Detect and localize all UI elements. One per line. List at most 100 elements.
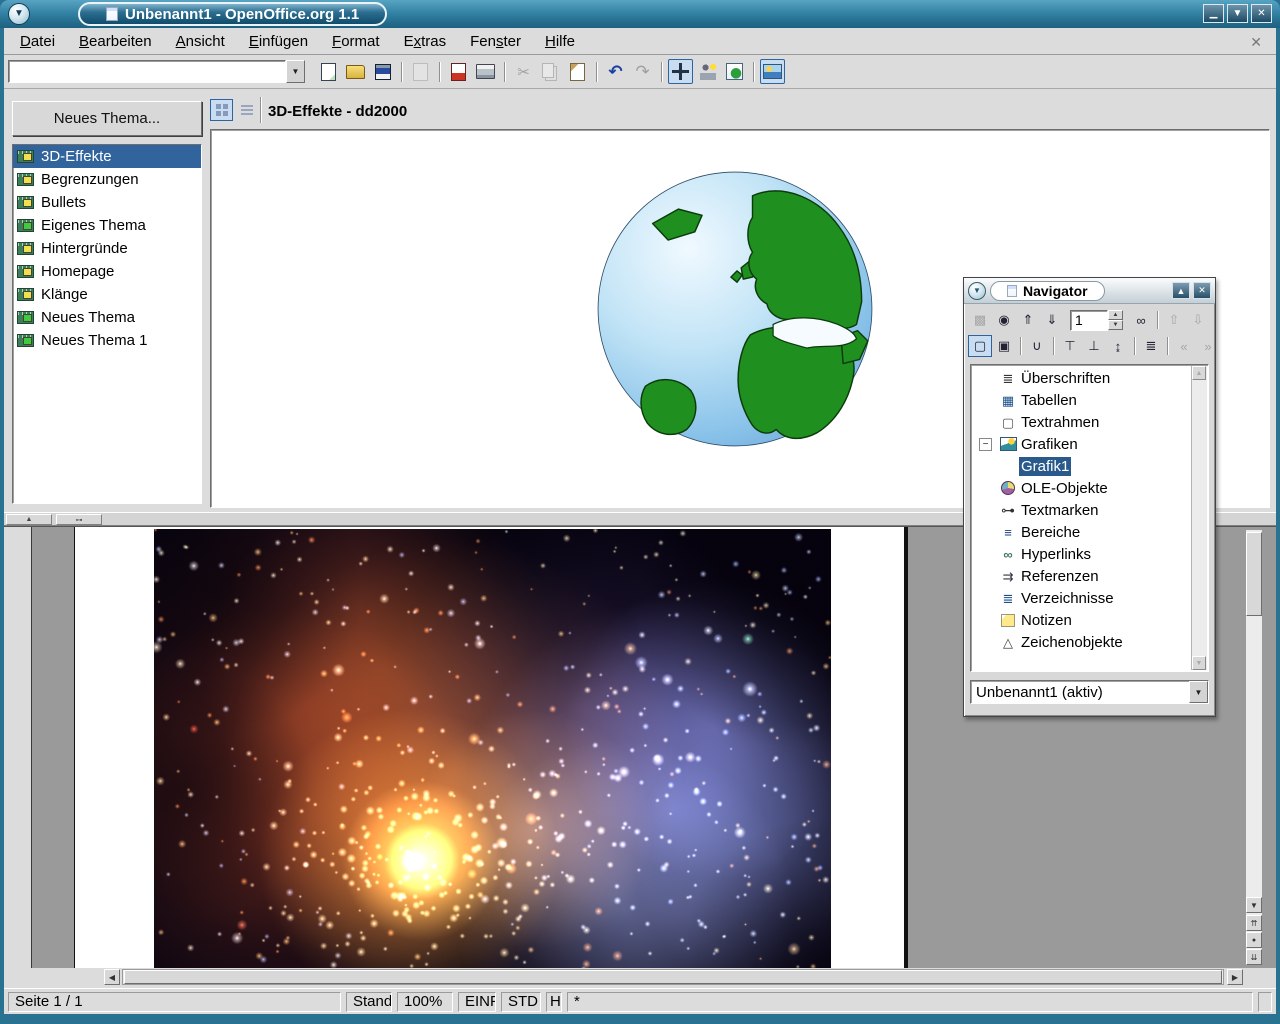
vertical-scroll-thumb[interactable] xyxy=(1246,532,1262,616)
gallery-theme-row[interactable]: Hintergründe xyxy=(13,237,201,260)
save-button[interactable] xyxy=(370,59,395,84)
url-input[interactable] xyxy=(8,60,286,83)
status-cell[interactable]: EINFG xyxy=(458,992,496,1012)
collapse-expander-icon[interactable]: − xyxy=(979,438,992,451)
vertical-scrollbar[interactable]: ▼ ⇈ ● ⇊ xyxy=(1245,529,1263,966)
scroll-up-button[interactable]: ▲ xyxy=(1192,366,1206,380)
status-cell[interactable]: Seite 1 / 1 xyxy=(8,992,341,1012)
close-document-icon[interactable]: ✕ xyxy=(1246,32,1266,53)
navigator-tree-row[interactable]: − Textrahmen xyxy=(971,411,1191,433)
gallery-theme-row[interactable]: Neues Thema xyxy=(13,306,201,329)
spin-down-button[interactable]: ▼ xyxy=(1108,320,1123,330)
demote-level-button[interactable]: » xyxy=(1196,335,1220,357)
status-cell[interactable]: * xyxy=(567,992,1253,1012)
hide-panel-button[interactable]: ▲ xyxy=(6,514,52,525)
new-document-button[interactable] xyxy=(316,59,341,84)
navigator-tree-row[interactable]: − Grafik1 xyxy=(971,455,1191,477)
scroll-left-button[interactable]: ◀ xyxy=(104,969,120,985)
navigator-tree-row[interactable]: − Grafiken xyxy=(971,433,1191,455)
navigation-button[interactable]: ◉ xyxy=(992,309,1016,331)
stylist-button[interactable] xyxy=(695,59,720,84)
document-page[interactable] xyxy=(74,527,908,968)
fenster-button[interactable]: Fenster xyxy=(458,29,533,54)
gallery-theme-row[interactable]: Klänge xyxy=(13,283,201,306)
navigator-button[interactable] xyxy=(668,59,693,84)
navigator-tree-row[interactable]: − Verzeichnisse xyxy=(971,587,1191,609)
previous-page-button[interactable]: ⇈ xyxy=(1246,915,1262,931)
navigator-tree-row[interactable]: − Zeichenobjekte xyxy=(971,631,1191,653)
hilfe-button[interactable]: Hilfe xyxy=(533,29,587,54)
chapter-up-button[interactable]: ⇧ xyxy=(1162,309,1186,331)
navigator-tree-row[interactable]: − Tabellen xyxy=(971,389,1191,411)
navigator-title-bar[interactable]: ▼ Navigator ▲ ✕ xyxy=(964,278,1215,304)
navigator-tree-row[interactable]: − Bereiche xyxy=(971,521,1191,543)
navigator-tree-row[interactable]: − Hyperlinks xyxy=(971,543,1191,565)
edit-file-button[interactable] xyxy=(408,59,433,84)
navigator-menu-button[interactable]: ▼ xyxy=(968,282,986,300)
einfuegen-button[interactable]: Einfügen xyxy=(237,29,320,54)
page-number-input[interactable] xyxy=(1070,310,1108,331)
close-window-button[interactable]: ✕ xyxy=(1251,4,1272,23)
navigator-tree-row[interactable]: − OLE-Objekte xyxy=(971,477,1191,499)
gallery-theme-row[interactable]: 3D-Effekte xyxy=(13,145,201,168)
gallery-theme-row[interactable]: Bullets xyxy=(13,191,201,214)
gallery-theme-row[interactable]: Neues Thema 1 xyxy=(13,329,201,352)
copy-button[interactable] xyxy=(538,59,563,84)
status-cell[interactable]: STD xyxy=(501,992,541,1012)
navigator-tree-row[interactable]: − Textmarken xyxy=(971,499,1191,521)
icon-view-button[interactable] xyxy=(210,99,233,121)
close-navigator-button[interactable]: ✕ xyxy=(1193,282,1211,299)
header-button[interactable]: ⊤ xyxy=(1058,335,1082,357)
hyperlink-dialog-button[interactable] xyxy=(722,59,747,84)
navigator-tree-row[interactable]: − Notizen xyxy=(971,609,1191,631)
scroll-right-button[interactable]: ▶ xyxy=(1227,969,1243,985)
horizontal-scroll-track[interactable] xyxy=(122,969,1224,985)
active-document-combo[interactable]: Unbenannt1 (aktiv) ▼ xyxy=(970,680,1209,704)
print-button[interactable] xyxy=(473,59,498,84)
status-cell[interactable] xyxy=(1258,992,1272,1012)
status-cell[interactable]: Standard xyxy=(346,992,392,1012)
window-title-pill[interactable]: Unbenannt1 - OpenOffice.org 1.1 xyxy=(78,2,387,26)
navigator-scrollbar[interactable]: ▲ ▼ xyxy=(1191,366,1207,670)
globe-3d-object[interactable] xyxy=(596,170,874,448)
datei-button[interactable]: Datei xyxy=(8,29,67,54)
drag-mode-button[interactable]: ∞ xyxy=(1129,309,1153,331)
bearbeiten-button[interactable]: Bearbeiten xyxy=(67,29,164,54)
detail-view-button[interactable] xyxy=(235,99,258,121)
list-box-toggle-button[interactable]: ▢ xyxy=(968,335,992,357)
footer-button[interactable]: ⊥ xyxy=(1082,335,1106,357)
gallery-theme-row[interactable]: Homepage xyxy=(13,260,201,283)
window-menu-button[interactable]: ▼ xyxy=(8,3,30,25)
gallery-theme-row[interactable]: Eigenes Thema xyxy=(13,214,201,237)
scroll-down-button[interactable]: ▼ xyxy=(1246,897,1262,913)
outline-levels-button[interactable]: ≣ xyxy=(1139,335,1163,357)
stick-panel-button[interactable]: ⊶ xyxy=(56,514,102,525)
scroll-down-button[interactable]: ▼ xyxy=(1192,656,1206,670)
format-button[interactable]: Format xyxy=(320,29,392,54)
status-cell[interactable]: 100% xyxy=(397,992,453,1012)
gallery-button[interactable] xyxy=(760,59,785,84)
cut-button[interactable] xyxy=(511,59,536,84)
undo-button[interactable] xyxy=(603,59,628,84)
export-pdf-button[interactable] xyxy=(446,59,471,84)
promote-level-button[interactable]: « xyxy=(1172,335,1196,357)
rollup-button[interactable]: ▲ xyxy=(1172,282,1190,299)
ansicht-button[interactable]: Ansicht xyxy=(164,29,237,54)
open-button[interactable] xyxy=(343,59,368,84)
navigator-tree-row[interactable]: − Referenzen xyxy=(971,565,1191,587)
maximize-button[interactable]: ▼ xyxy=(1227,4,1248,23)
toggle-master-view-button[interactable]: ▩ xyxy=(968,309,992,331)
extras-button[interactable]: Extras xyxy=(392,29,459,54)
horizontal-scroll-thumb[interactable] xyxy=(124,970,1222,984)
gallery-theme-row[interactable]: Begrenzungen xyxy=(13,168,201,191)
set-reminder-button[interactable]: ∪ xyxy=(1025,335,1049,357)
new-theme-button[interactable]: Neues Thema... xyxy=(12,101,202,136)
content-view-button[interactable]: ▣ xyxy=(992,335,1016,357)
url-dropdown-button[interactable]: ▼ xyxy=(286,60,305,83)
paste-button[interactable] xyxy=(565,59,590,84)
next-page-button[interactable]: ⇊ xyxy=(1246,949,1262,965)
next-button[interactable]: ⇓ xyxy=(1040,309,1064,331)
minimize-button[interactable]: ▁ xyxy=(1203,4,1224,23)
navigation-dot-button[interactable]: ● xyxy=(1246,932,1262,948)
navigator-tree-row[interactable]: − Überschriften xyxy=(971,367,1191,389)
